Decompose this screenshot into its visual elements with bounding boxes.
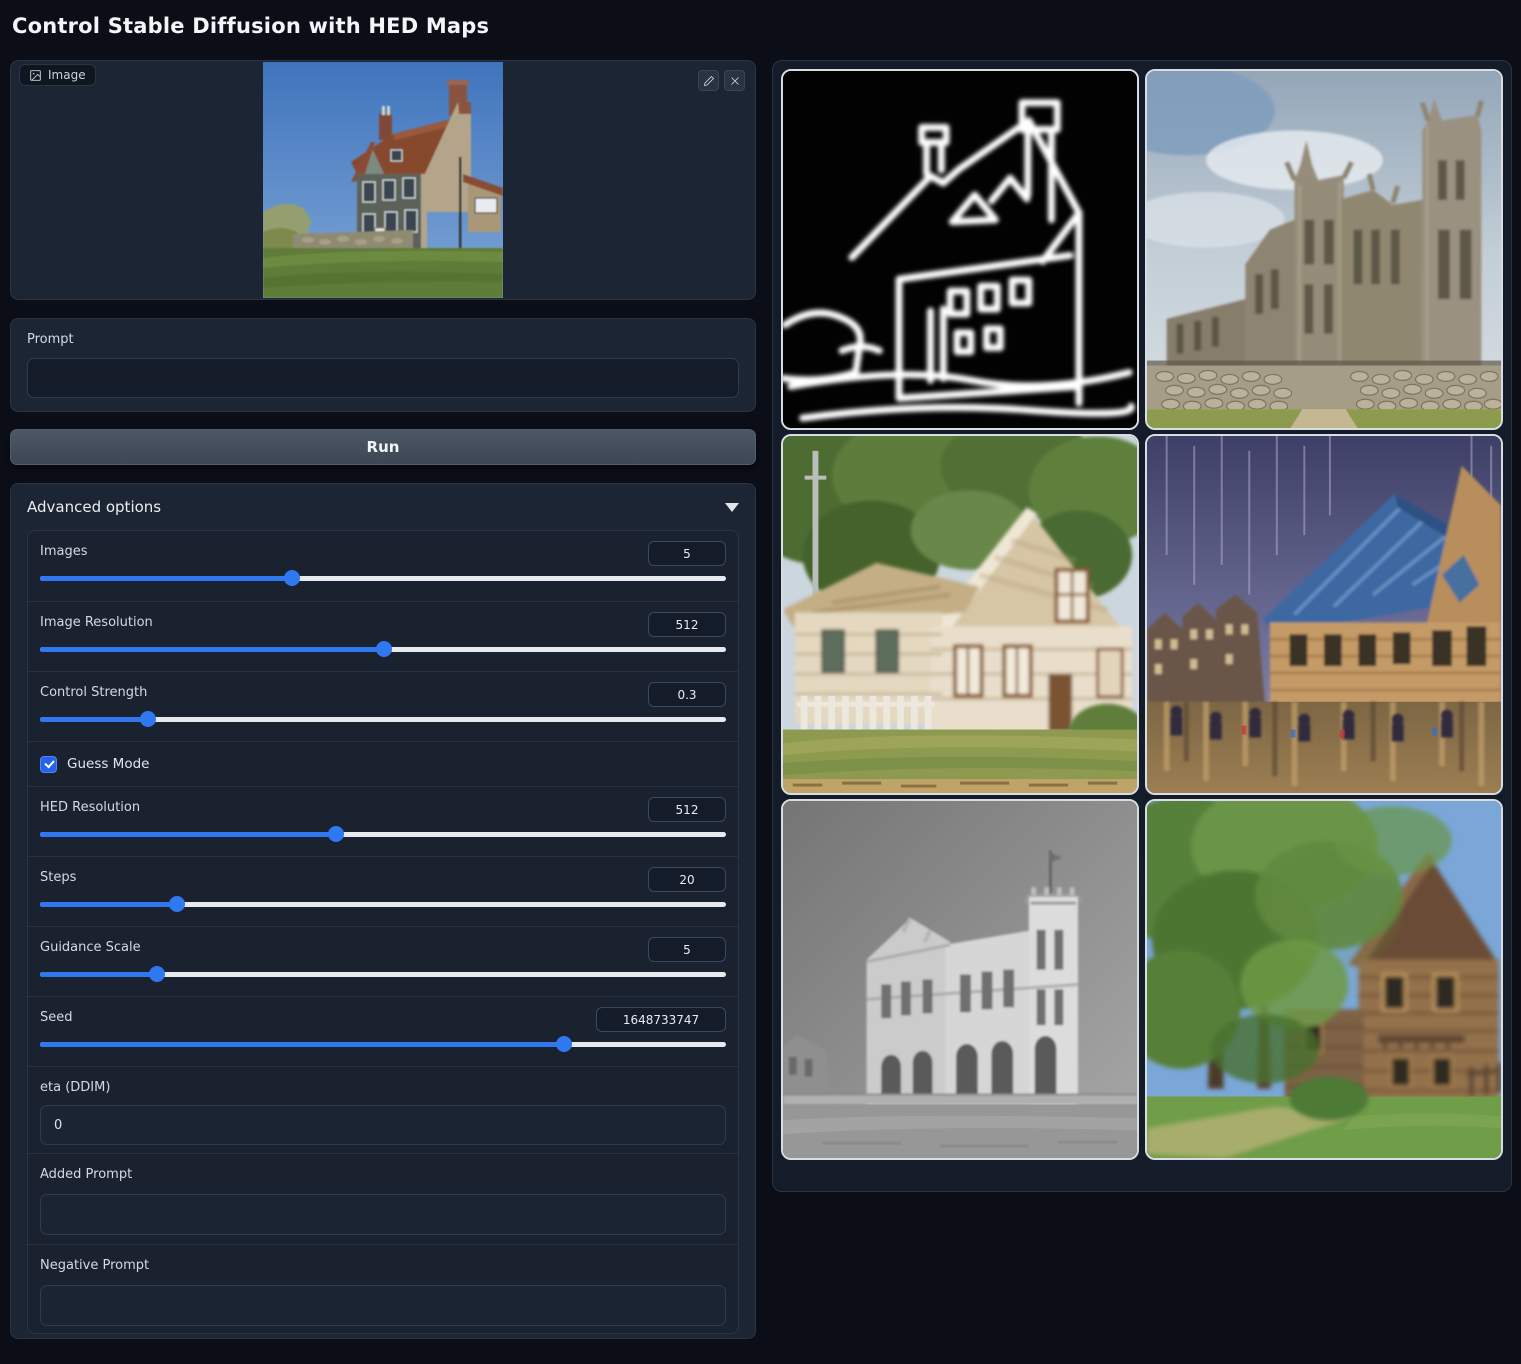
added-prompt-input[interactable] — [40, 1194, 726, 1235]
image-resolution-label: Image Resolution — [40, 615, 153, 630]
image-resolution-slider-fill — [40, 647, 384, 652]
cottage-painting-image — [783, 436, 1137, 793]
seed-label: Seed — [40, 1010, 73, 1025]
eta-ddim-row: eta (DDIM) — [28, 1066, 738, 1153]
image-component-label: Image — [19, 64, 96, 86]
added-prompt-label: Added Prompt — [40, 1167, 132, 1182]
cathedral-image — [1147, 71, 1501, 428]
images-slider-fill — [40, 576, 292, 581]
steps-slider[interactable] — [40, 902, 726, 907]
gallery-item-rainy-painting[interactable] — [1145, 434, 1503, 795]
negative-prompt-input[interactable] — [40, 1285, 726, 1326]
gallery-item-cottage-painting[interactable] — [781, 434, 1139, 795]
seed-value-input[interactable] — [596, 1007, 726, 1032]
hed-resolution-label: HED Resolution — [40, 800, 140, 815]
guidance-scale-slider-row: Guidance Scale — [28, 926, 738, 996]
control-strength-slider[interactable] — [40, 717, 726, 722]
accordion-arrow-icon — [725, 503, 739, 512]
hed-resolution-value-input[interactable] — [648, 797, 726, 822]
images-value-input[interactable] — [648, 541, 726, 566]
control-strength-slider-fill — [40, 717, 148, 722]
seed-slider-fill — [40, 1042, 564, 1047]
guidance-scale-slider-handle[interactable] — [149, 966, 165, 982]
image-component-label-text: Image — [48, 68, 86, 82]
steps-slider-handle[interactable] — [169, 896, 185, 912]
steps-value-input[interactable] — [648, 867, 726, 892]
eta-ddim-label: eta (DDIM) — [40, 1080, 110, 1095]
images-slider-row: Images — [28, 531, 738, 601]
pencil-icon — [703, 75, 715, 87]
image-resolution-slider-handle[interactable] — [376, 641, 392, 657]
control-strength-slider-row: Control Strength — [28, 671, 738, 741]
prompt-field-group: Prompt — [10, 318, 756, 412]
image-resolution-slider-row: Image Resolution — [28, 601, 738, 671]
prompt-label: Prompt — [27, 332, 74, 347]
seed-slider-handle[interactable] — [556, 1036, 572, 1052]
guidance-scale-slider-fill — [40, 972, 157, 977]
advanced-options-title: Advanced options — [27, 498, 161, 516]
seed-slider-row: Seed — [28, 996, 738, 1066]
input-image-photo[interactable] — [263, 62, 503, 298]
guess-mode-label[interactable]: Guess Mode — [67, 756, 149, 772]
output-gallery — [772, 60, 1512, 1192]
eta-ddim-input[interactable] — [40, 1105, 726, 1145]
guidance-scale-slider[interactable] — [40, 972, 726, 977]
rainy-painting-image — [1147, 436, 1501, 793]
images-label: Images — [40, 544, 88, 559]
edit-image-button[interactable] — [698, 70, 719, 91]
steps-slider-fill — [40, 902, 177, 907]
added-prompt-row: Added Prompt — [28, 1153, 738, 1244]
guidance-scale-label: Guidance Scale — [40, 940, 141, 955]
seed-slider[interactable] — [40, 1042, 726, 1047]
hed-map-image — [783, 71, 1137, 428]
image-resolution-value-input[interactable] — [648, 612, 726, 637]
advanced-options-panel: Advanced options Images Image Resolution… — [10, 483, 756, 1339]
control-strength-slider-handle[interactable] — [140, 711, 156, 727]
steps-slider-row: Steps — [28, 856, 738, 926]
gallery-item-cathedral[interactable] — [1145, 69, 1503, 430]
image-resolution-slider[interactable] — [40, 647, 726, 652]
timber-house-image — [1147, 801, 1501, 1158]
gallery-item-bw-building[interactable] — [781, 799, 1139, 1160]
advanced-options-form: Images Image Resolution Control Strength — [27, 530, 739, 1334]
bw-building-image — [783, 801, 1137, 1158]
close-icon — [729, 75, 741, 87]
hed-resolution-slider-handle[interactable] — [328, 826, 344, 842]
page-title: Control Stable Diffusion with HED Maps — [12, 14, 489, 38]
advanced-options-header[interactable]: Advanced options — [11, 484, 755, 530]
steps-label: Steps — [40, 870, 76, 885]
images-slider-handle[interactable] — [284, 570, 300, 586]
hed-resolution-slider[interactable] — [40, 832, 726, 837]
negative-prompt-row: Negative Prompt — [28, 1244, 738, 1334]
gallery-item-timber-house[interactable] — [1145, 799, 1503, 1160]
gallery-item-hed-map[interactable] — [781, 69, 1139, 430]
guess-mode-checkbox[interactable] — [40, 756, 57, 773]
hed-resolution-slider-row: HED Resolution — [28, 786, 738, 856]
run-button[interactable]: Run — [10, 429, 756, 465]
image-icon — [29, 69, 42, 82]
guidance-scale-value-input[interactable] — [648, 937, 726, 962]
clear-image-button[interactable] — [724, 70, 745, 91]
control-strength-value-input[interactable] — [648, 682, 726, 707]
control-strength-label: Control Strength — [40, 685, 147, 700]
hed-resolution-slider-fill — [40, 832, 336, 837]
input-image-component[interactable]: Image — [10, 60, 756, 300]
prompt-input[interactable] — [27, 358, 739, 398]
guess-mode-row: Guess Mode — [28, 741, 738, 786]
images-slider[interactable] — [40, 576, 726, 581]
negative-prompt-label: Negative Prompt — [40, 1258, 149, 1273]
